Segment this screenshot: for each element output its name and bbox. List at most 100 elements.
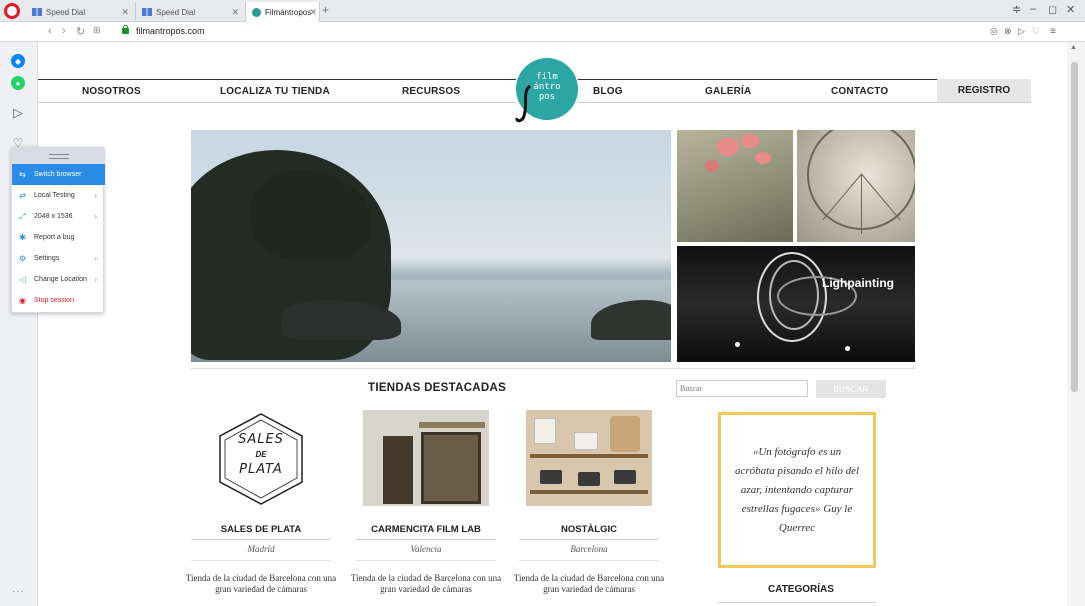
chevron-right-icon: › — [94, 275, 97, 284]
chevron-right-icon: › — [94, 191, 97, 200]
quote-box: «Un fotógrafo es un acróbata pisando el … — [718, 412, 876, 568]
shelf — [530, 454, 648, 458]
testing-tool-panel: ⇆ Switch browser ⇄ Local Testing › ⤢ 204… — [11, 147, 105, 313]
maximize-button[interactable]: ◻ — [1048, 3, 1057, 16]
more-icon[interactable]: ··· — [12, 586, 25, 597]
menu-item-label: 2048 x 1536 — [34, 213, 73, 220]
change-location-item[interactable]: ◁ Change Location › — [12, 269, 105, 290]
shelf-box — [534, 418, 556, 444]
drag-handle[interactable] — [12, 148, 105, 164]
settings-item[interactable]: ⚙ Settings › — [12, 248, 105, 269]
store-photo-nostalgic[interactable] — [526, 410, 652, 506]
tab-bar: Speed Dial ✕ Speed Dial ✕ Filmántropos –… — [0, 0, 1085, 22]
section-title: TIENDAS DESTACADAS — [368, 382, 507, 394]
hero-image[interactable] — [191, 130, 671, 362]
tab-speed-dial-2[interactable]: Speed Dial ✕ — [136, 2, 246, 22]
whatsapp-icon[interactable]: ● — [11, 76, 25, 90]
tab-filmantropos[interactable]: Filmántropos – Comunida ✕ — [246, 2, 320, 22]
menu-icon[interactable]: ≡ — [1050, 26, 1056, 37]
close-tab-icon[interactable]: ✕ — [309, 7, 317, 18]
resolution-item[interactable]: ⤢ 2048 x 1536 › — [12, 206, 105, 227]
heart-icon[interactable]: ♡ — [1032, 26, 1040, 37]
messenger-icon[interactable]: ◆ — [11, 54, 25, 68]
filmantropos-favicon-icon — [252, 7, 261, 17]
store-name[interactable]: NOSTÀLGIC — [519, 524, 659, 535]
send-icon[interactable]: ▷ — [11, 105, 25, 120]
search-input[interactable] — [676, 380, 808, 397]
nav-galeria[interactable]: GALERÍA — [705, 86, 751, 97]
menu-item-label: Report a bug — [34, 234, 75, 241]
nav-blog[interactable]: BLOG — [593, 86, 623, 97]
tab-label: Speed Dial — [156, 7, 196, 17]
divider — [519, 539, 659, 540]
speed-dial-icon — [32, 8, 42, 16]
forward-icon[interactable]: › — [62, 25, 66, 37]
store-city: Valencia — [410, 544, 442, 554]
screen: Speed Dial ✕ Speed Dial ✕ Filmántropos –… — [0, 0, 1085, 606]
nav-registro[interactable]: REGISTRO — [937, 79, 1031, 102]
website: NOSOTROS LOCALIZA TU TIENDA RECURSOS BLO… — [38, 42, 1067, 606]
flower — [741, 134, 759, 148]
camera — [578, 472, 600, 486]
vpn-icon[interactable]: ⊗ — [1004, 26, 1012, 37]
flower — [755, 152, 771, 164]
close-tab-icon[interactable]: ✕ — [231, 7, 239, 18]
gallery-image-lightpainting[interactable]: Lighpainting — [677, 246, 915, 362]
store-description: Tienda de la ciudad de Barcelona con una… — [513, 573, 665, 594]
new-tab-button[interactable]: + — [322, 3, 329, 17]
divider — [191, 539, 331, 540]
speed-dial-grid-icon[interactable]: ⊞ — [93, 25, 101, 36]
lamp — [845, 346, 850, 351]
logo-text: film — [536, 72, 558, 82]
resize-icon: ⤢ — [19, 211, 26, 221]
quote-text: «Un fotógrafo es un acróbata pisando el … — [734, 445, 860, 534]
filter-icon[interactable]: ≑ — [1012, 3, 1021, 16]
nav-localiza-tu-tienda[interactable]: LOCALIZA TU TIENDA — [220, 86, 330, 97]
opera-logo-icon[interactable] — [4, 3, 20, 19]
flower — [705, 160, 719, 172]
lock-icon — [122, 25, 129, 34]
divider — [718, 602, 876, 603]
store-logo-text: SALES — [238, 432, 284, 447]
location-arrow-icon: ◁ — [19, 275, 26, 284]
close-window-button[interactable]: ✕ — [1066, 3, 1075, 16]
chevron-right-icon: › — [94, 254, 97, 263]
menu-item-label: Settings — [34, 255, 60, 262]
categories-title: CATEGORÍAS — [768, 584, 834, 595]
nav-recursos[interactable]: RECURSOS — [402, 86, 460, 97]
send-icon[interactable]: ▷ — [1018, 26, 1025, 37]
menu-item-label: Switch browser — [34, 171, 82, 178]
minimize-button[interactable]: – — [1030, 3, 1036, 15]
shelf-tin — [610, 416, 640, 452]
close-tab-icon[interactable]: ✕ — [121, 7, 129, 18]
scroll-up-icon[interactable]: ▲ — [1070, 44, 1077, 51]
store-name[interactable]: CARMENCITA FILM LAB — [356, 524, 496, 535]
switch-icon: ⇆ — [19, 170, 26, 179]
store-logo-sales-de-plata[interactable]: SALES DE PLATA — [198, 410, 324, 506]
local-testing-item[interactable]: ⇄ Local Testing › — [12, 185, 105, 206]
menu-item-label: Stop session — [34, 297, 75, 304]
url-field[interactable]: filmantropos.com — [136, 26, 205, 36]
search-button[interactable]: BUSCAR — [816, 380, 886, 398]
nav-contacto[interactable]: CONTACTO — [831, 86, 888, 97]
camera-icon[interactable]: ◎ — [990, 26, 998, 37]
nav-nosotros[interactable]: NOSOTROS — [82, 86, 141, 97]
gallery-image-flowers[interactable] — [677, 130, 793, 242]
grip-icon — [48, 153, 69, 159]
bug-icon: ✱ — [19, 233, 26, 242]
gallery-image-ferris-wheel[interactable] — [797, 130, 915, 242]
storefront-sign — [419, 422, 485, 428]
store-city: Madrid — [247, 544, 275, 554]
store-photo-carmencita[interactable] — [363, 410, 489, 506]
tab-speed-dial-1[interactable]: Speed Dial ✕ — [26, 2, 136, 22]
stop-icon: ◉ — [19, 296, 26, 305]
store-name[interactable]: SALES DE PLATA — [191, 524, 331, 535]
divider — [191, 368, 915, 369]
reload-icon[interactable]: ↻ — [76, 25, 85, 38]
scrollbar-thumb[interactable] — [1071, 62, 1078, 392]
report-bug-item[interactable]: ✱ Report a bug — [12, 227, 105, 248]
gallery-caption: Lighpainting — [822, 276, 894, 290]
stop-session-item[interactable]: ◉ Stop session — [12, 290, 105, 311]
back-icon[interactable]: ‹ — [48, 25, 52, 37]
switch-browser-item[interactable]: ⇆ Switch browser — [12, 164, 105, 185]
